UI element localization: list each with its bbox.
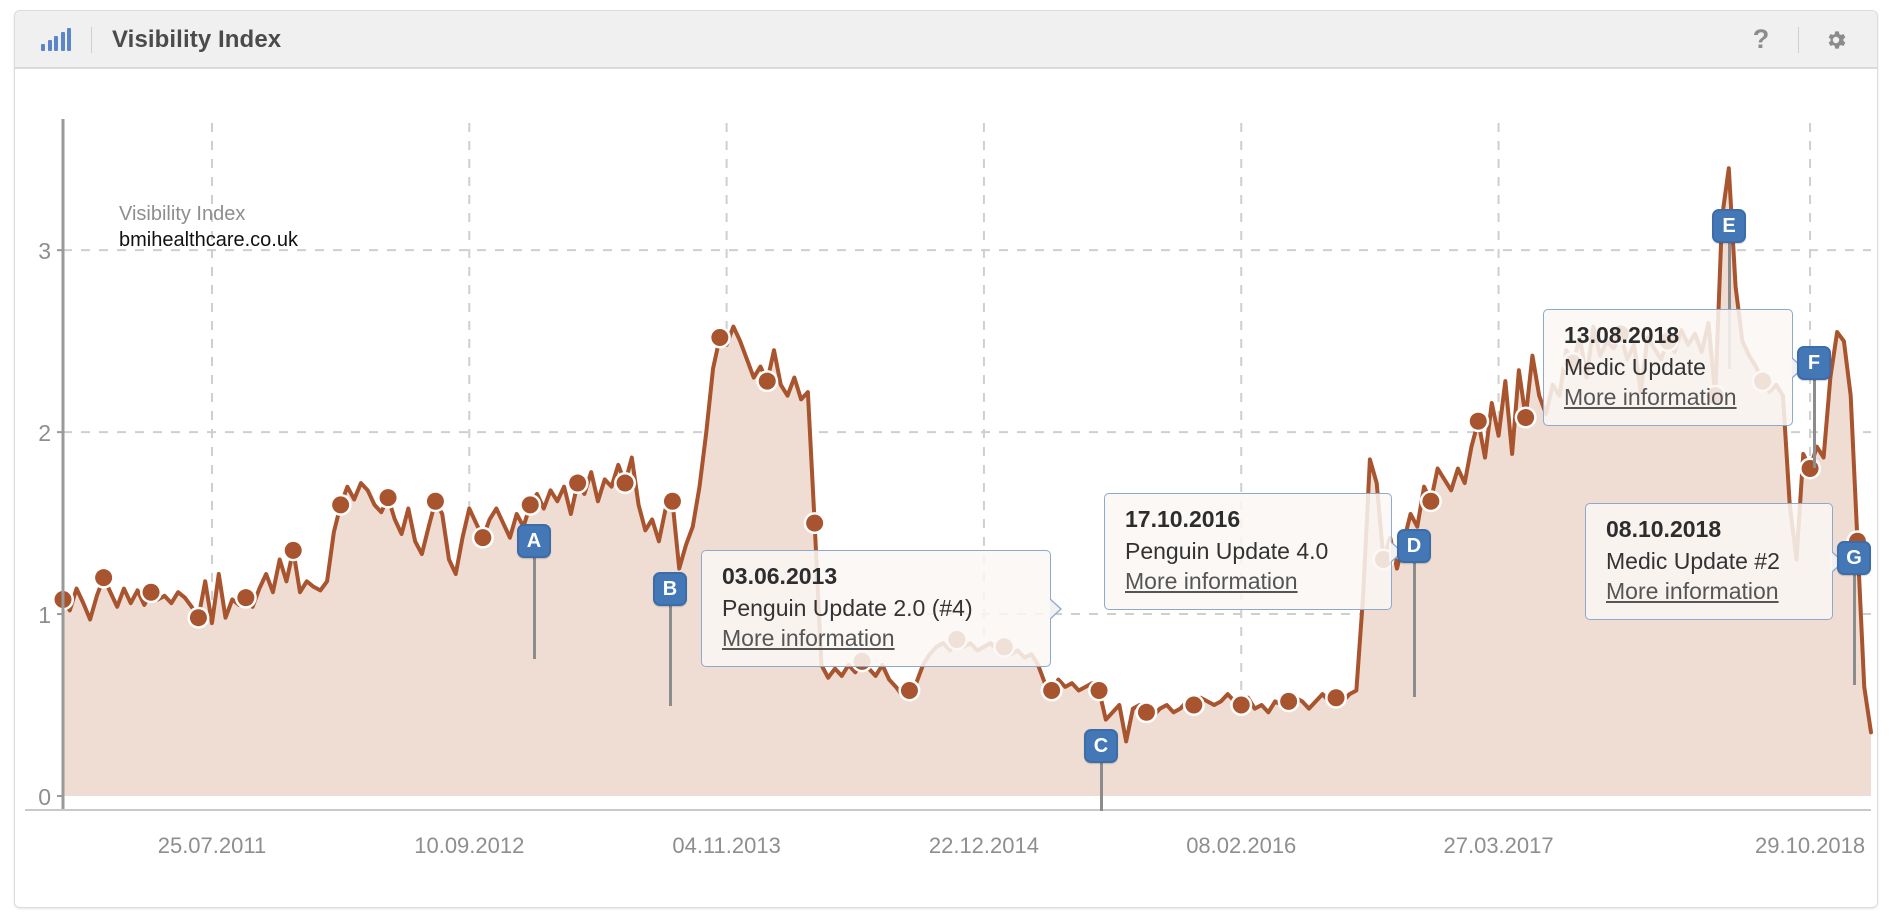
svg-text:25.07.2011: 25.07.2011 bbox=[158, 833, 266, 858]
svg-text:08.02.2016: 08.02.2016 bbox=[1186, 833, 1296, 858]
marker-d[interactable]: D bbox=[1397, 529, 1431, 563]
svg-text:3: 3 bbox=[38, 238, 51, 264]
svg-text:04.11.2013: 04.11.2013 bbox=[672, 833, 780, 858]
marker-f[interactable]: F bbox=[1797, 346, 1831, 380]
svg-text:1: 1 bbox=[38, 602, 51, 628]
tooltip-g: 08.10.2018 Medic Update #2 More informat… bbox=[1585, 503, 1844, 620]
marker-b[interactable]: B bbox=[653, 572, 687, 606]
visibility-index-panel: Visibility Index ? 0 1 2 3 25.07.2011 10.09.2… bbox=[14, 10, 1878, 908]
marker-e[interactable]: E bbox=[1712, 209, 1746, 243]
svg-text:22.12.2014: 22.12.2014 bbox=[929, 833, 1039, 858]
tooltip-more-information-link[interactable]: More information bbox=[1564, 384, 1772, 411]
tooltip-name: Penguin Update 2.0 (#4) bbox=[722, 595, 973, 621]
marker-stem-a bbox=[533, 558, 536, 659]
tooltip-d: 17.10.2016 Penguin Update 4.0 More infor… bbox=[1104, 493, 1403, 610]
tooltip-b: 03.06.2013 Penguin Update 2.0 (#4) More … bbox=[701, 550, 1062, 667]
svg-text:0: 0 bbox=[38, 784, 51, 810]
marker-stem-g bbox=[1853, 575, 1856, 685]
chart-legend: Visibility Index bmihealthcare.co.uk bbox=[119, 201, 298, 254]
tooltip-f: 13.08.2018 Medic Update More information bbox=[1543, 309, 1804, 426]
tooltip-more-information-link[interactable]: More information bbox=[1606, 578, 1812, 605]
tooltip-date: 08.10.2018 bbox=[1606, 516, 1722, 542]
tooltip-beak-inner bbox=[1048, 597, 1060, 620]
page-title: Visibility Index bbox=[112, 25, 282, 53]
tooltip-date: 17.10.2016 bbox=[1125, 506, 1241, 532]
tooltip-more-information-link[interactable]: More information bbox=[1125, 568, 1371, 595]
marker-stem-d bbox=[1413, 563, 1416, 697]
svg-text:10.09.2012: 10.09.2012 bbox=[414, 833, 524, 858]
tooltip-name: Medic Update bbox=[1564, 354, 1706, 380]
tooltip-date: 03.06.2013 bbox=[722, 563, 838, 589]
svg-text:27.03.2017: 27.03.2017 bbox=[1444, 833, 1554, 858]
header-divider-2 bbox=[1798, 26, 1799, 53]
marker-c[interactable]: C bbox=[1084, 729, 1118, 763]
marker-stem-c bbox=[1100, 763, 1103, 811]
tooltip-date: 13.08.2018 bbox=[1564, 322, 1680, 348]
header-left-group: Visibility Index bbox=[15, 26, 281, 54]
marker-stem-f bbox=[1813, 380, 1816, 468]
legend-domain-label: bmihealthcare.co.uk bbox=[119, 229, 298, 252]
marker-g[interactable]: G bbox=[1837, 541, 1871, 575]
svg-text:29.10.2018: 29.10.2018 bbox=[1755, 833, 1865, 858]
tooltip-more-information-link[interactable]: More information bbox=[722, 625, 1030, 652]
panel-header: Visibility Index ? bbox=[15, 11, 1877, 69]
chart-area: 0 1 2 3 25.07.2011 10.09.2012 04.11.2013 22.12.… bbox=[15, 69, 1877, 907]
visibility-chart: 0 1 2 3 25.07.2011 10.09.2012 04.11.2013 22.12.… bbox=[25, 119, 1873, 858]
marker-a[interactable]: A bbox=[517, 524, 551, 558]
header-right-group: ? bbox=[1744, 23, 1877, 57]
marker-stem-b bbox=[669, 606, 672, 706]
question-mark-icon: ? bbox=[1752, 24, 1770, 54]
settings-button[interactable] bbox=[1819, 23, 1853, 57]
tooltip-name: Medic Update #2 bbox=[1606, 548, 1780, 574]
tooltip-name: Penguin Update 4.0 bbox=[1125, 538, 1329, 564]
svg-text:2: 2 bbox=[38, 420, 51, 446]
header-divider bbox=[91, 26, 92, 53]
help-button[interactable]: ? bbox=[1744, 23, 1778, 57]
gear-icon bbox=[1828, 30, 1846, 49]
legend-metric-label: Visibility Index bbox=[119, 203, 246, 225]
bar-chart-icon bbox=[41, 27, 71, 51]
